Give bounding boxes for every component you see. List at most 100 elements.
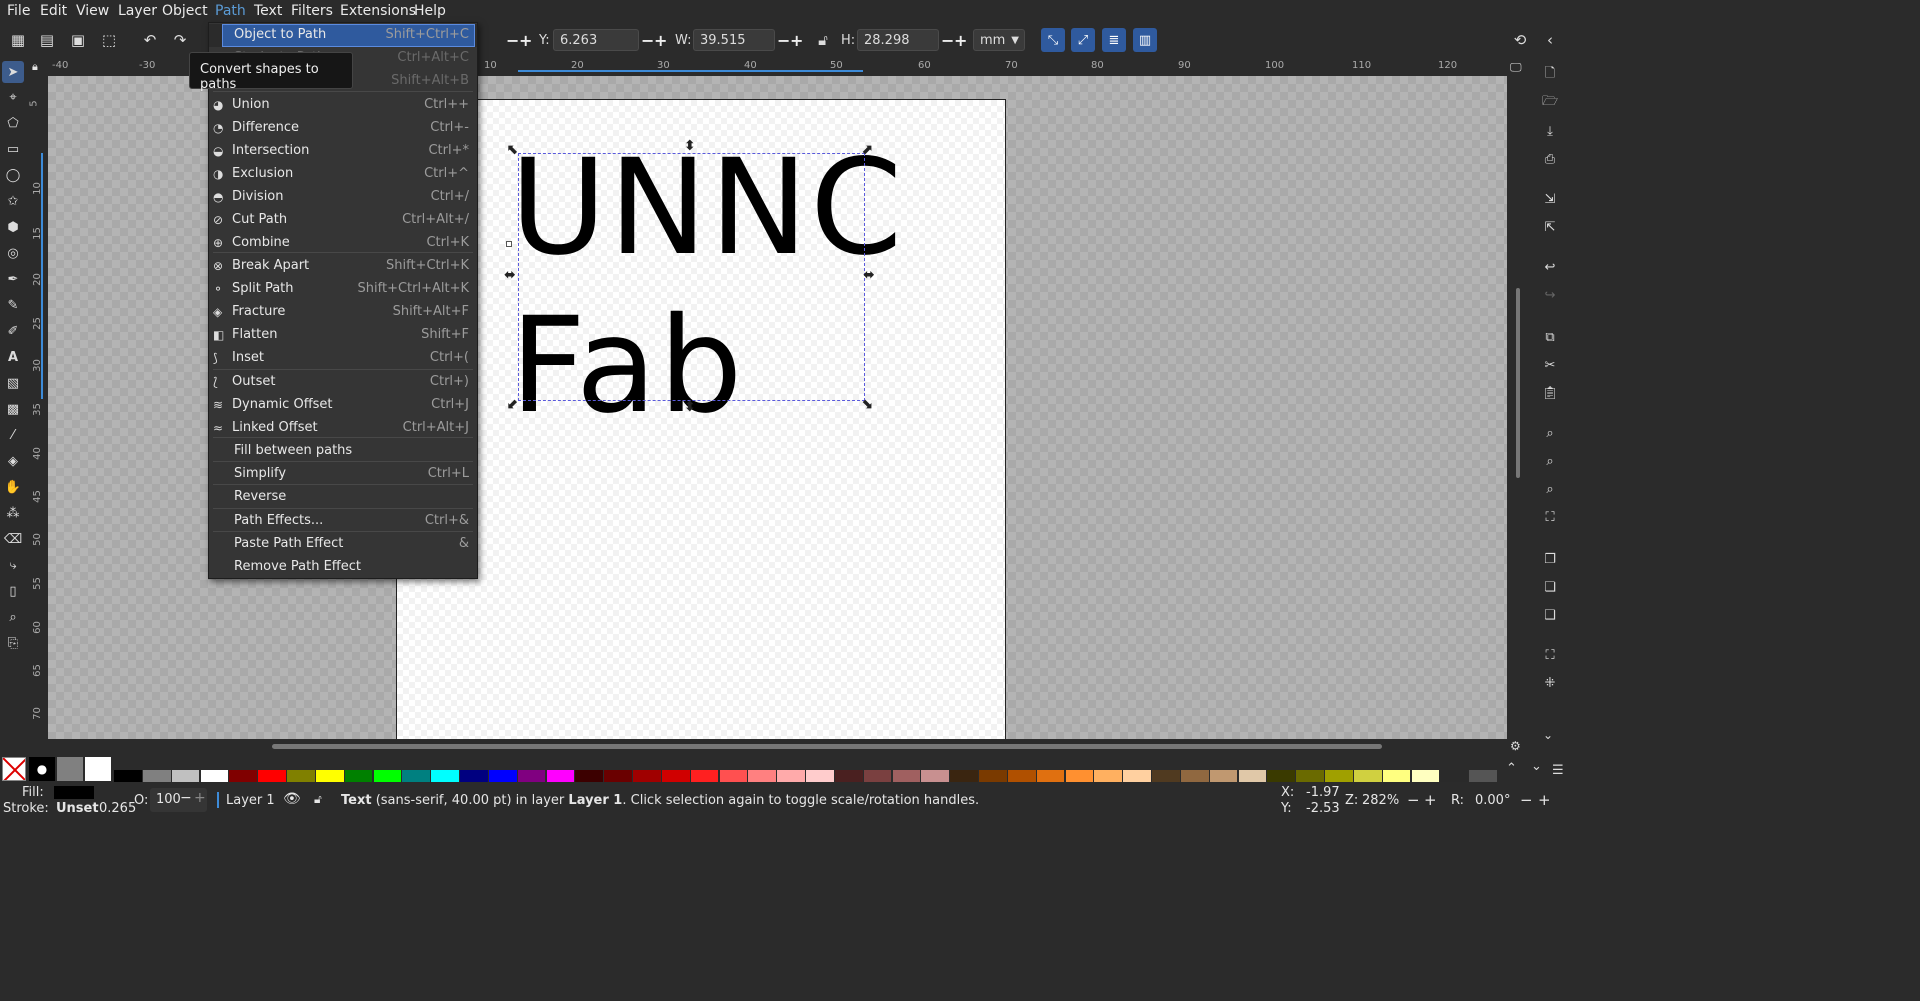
- star-tool-icon[interactable]: ✩: [4, 192, 22, 210]
- color-swatch[interactable]: [431, 770, 459, 782]
- color-swatch[interactable]: [1238, 770, 1267, 782]
- w-decrement-button[interactable]: −: [641, 31, 654, 50]
- zoom-value[interactable]: 282%: [1362, 793, 1399, 808]
- lock-ratio-icon[interactable]: 🔓︎: [813, 30, 833, 50]
- palette-menu-icon[interactable]: ☰: [1552, 763, 1564, 778]
- zoom-minus-icon[interactable]: −: [1407, 791, 1420, 809]
- menu-item-union[interactable]: ◕ Union Ctrl++: [209, 94, 477, 117]
- color-swatch[interactable]: [315, 770, 344, 782]
- vertical-scrollbar[interactable]: 🖵︎: [1507, 58, 1529, 739]
- opacity-field[interactable]: 100 − +: [150, 788, 207, 812]
- menu-item-division[interactable]: ◓ Division Ctrl+/: [209, 186, 477, 209]
- paste-icon[interactable]: 📋︎: [1541, 384, 1559, 402]
- menu-item-paste-path-effect[interactable]: Paste Path Effect &: [209, 533, 477, 556]
- menu-layer[interactable]: Layer: [118, 3, 157, 19]
- color-swatch[interactable]: [373, 770, 402, 782]
- color-swatch[interactable]: [1411, 770, 1440, 782]
- zoom-drawing-icon[interactable]: ⌕: [1541, 452, 1559, 470]
- zoom-plus-icon[interactable]: +: [1424, 791, 1437, 809]
- menu-file[interactable]: File: [7, 3, 30, 19]
- gradient-tool-icon[interactable]: ▧: [4, 374, 22, 392]
- w-minus-button[interactable]: −: [777, 31, 790, 50]
- opacity-plus-icon[interactable]: +: [194, 790, 206, 806]
- new-document-icon[interactable]: 🗋︎: [1541, 66, 1559, 84]
- menu-item-path-effects[interactable]: Path Effects... Ctrl+&: [209, 510, 477, 533]
- cut-icon[interactable]: ✂: [1541, 356, 1559, 374]
- export-icon[interactable]: ⇱: [1541, 218, 1559, 236]
- shape-builder-icon[interactable]: ⬠: [4, 114, 22, 132]
- scale-handle-s[interactable]: ⬍: [684, 399, 696, 415]
- white-swatch[interactable]: [85, 757, 111, 781]
- stroke-width-value[interactable]: 0.265: [99, 801, 136, 816]
- color-swatch[interactable]: [488, 770, 517, 782]
- no-paint-swatch[interactable]: [2, 757, 26, 781]
- undo-icon[interactable]: ↩: [1541, 258, 1559, 276]
- rotate-cw-icon[interactable]: ↷: [170, 30, 190, 50]
- menu-item-intersection[interactable]: ◒ Intersection Ctrl+*: [209, 140, 477, 163]
- lock-guides-icon[interactable]: 🔒︎: [32, 60, 38, 74]
- open-file-icon[interactable]: 🗁︎: [1541, 94, 1559, 112]
- move-gradients-icon[interactable]: ≣: [1102, 28, 1126, 52]
- deselect-icon[interactable]: ▣: [68, 30, 88, 50]
- color-swatch[interactable]: [1123, 770, 1151, 782]
- color-swatch[interactable]: [402, 770, 431, 782]
- color-swatch[interactable]: [1152, 770, 1180, 782]
- bezier-tool-icon[interactable]: ✒: [4, 270, 22, 288]
- color-swatch[interactable]: [1440, 770, 1469, 782]
- menu-item-fill-between-paths[interactable]: Fill between paths: [209, 440, 477, 463]
- paint-bucket-icon[interactable]: ◈: [4, 452, 22, 470]
- scale-handle-ne[interactable]: ⬈: [861, 142, 873, 158]
- display-mode-icon[interactable]: 🖵︎: [1510, 60, 1522, 75]
- redo-icon[interactable]: ↪: [1541, 286, 1559, 304]
- duplicate-icon[interactable]: ❐: [1541, 550, 1559, 568]
- ungroup-icon[interactable]: ⁜: [1541, 674, 1559, 692]
- select-all-icon[interactable]: ▦: [8, 30, 28, 50]
- color-swatch[interactable]: [258, 770, 286, 782]
- scale-corners-icon[interactable]: ⤢: [1071, 28, 1095, 52]
- menu-item-remove-path-effect[interactable]: Remove Path Effect: [209, 556, 477, 579]
- stroke-indicator[interactable]: Unset: [56, 801, 99, 816]
- color-swatch[interactable]: [777, 770, 805, 782]
- ellipse-tool-icon[interactable]: ◯: [4, 166, 22, 184]
- measure-tool-icon[interactable]: ⎘: [4, 634, 22, 652]
- vertical-ruler[interactable]: 5 10 15 20 25 30 35 40 45 50 55 60 65 70: [27, 76, 48, 739]
- menu-filters[interactable]: Filters: [291, 3, 333, 19]
- spiral-tool-icon[interactable]: ◎: [4, 244, 22, 262]
- text-anchor-handle[interactable]: [506, 241, 512, 247]
- color-swatch[interactable]: [1007, 770, 1036, 782]
- menu-item-outset[interactable]: ⟅ Outset Ctrl+): [209, 371, 477, 394]
- menu-item-combine[interactable]: ⊕ Combine Ctrl+K: [209, 232, 477, 255]
- calligraphy-tool-icon[interactable]: ✐: [4, 322, 22, 340]
- fill-indicator[interactable]: [54, 786, 94, 799]
- color-swatch[interactable]: [633, 770, 661, 782]
- scale-handle-sw[interactable]: ⬋: [507, 396, 519, 412]
- color-swatch[interactable]: [921, 770, 950, 782]
- menu-item-linked-offset[interactable]: ≈ Linked Offset Ctrl+Alt+J: [209, 417, 477, 440]
- menu-text[interactable]: Text: [254, 3, 282, 19]
- scale-stroke-icon[interactable]: ⤡: [1041, 28, 1065, 52]
- chevron-up-icon[interactable]: ⌃: [1506, 761, 1517, 776]
- eraser-tool-icon[interactable]: ⌫: [4, 530, 22, 548]
- color-swatch[interactable]: [1209, 770, 1238, 782]
- menu-item-reverse[interactable]: Reverse: [209, 486, 477, 509]
- menu-item-fracture[interactable]: ◈ Fracture Shift+Alt+F: [209, 301, 477, 324]
- snap-icon[interactable]: ⟲: [1510, 30, 1530, 50]
- scale-handle-se[interactable]: ⬊: [861, 396, 873, 412]
- pencil-tool-icon[interactable]: ✎: [4, 296, 22, 314]
- color-swatch[interactable]: [546, 770, 575, 782]
- clone-icon[interactable]: ❏: [1541, 578, 1559, 596]
- y-field[interactable]: 6.263: [553, 29, 639, 51]
- layer-lock-icon[interactable]: 🔓︎: [314, 792, 322, 807]
- menu-item-break-apart[interactable]: ⊗ Break Apart Shift+Ctrl+K: [209, 255, 477, 278]
- y-plus-button[interactable]: +: [654, 31, 667, 50]
- horizontal-scroll-thumb[interactable]: [272, 744, 1382, 749]
- color-swatch[interactable]: [287, 770, 315, 782]
- menu-edit[interactable]: Edit: [40, 3, 67, 19]
- color-swatch[interactable]: [1036, 770, 1065, 782]
- color-swatch[interactable]: [950, 770, 978, 782]
- node-tool-icon[interactable]: ⌖: [4, 88, 22, 106]
- color-swatch[interactable]: [1353, 770, 1382, 782]
- menu-item-flatten[interactable]: ◧ Flatten Shift+F: [209, 324, 477, 347]
- color-swatch[interactable]: [1094, 770, 1123, 782]
- scale-handle-e[interactable]: ⬌: [863, 267, 875, 283]
